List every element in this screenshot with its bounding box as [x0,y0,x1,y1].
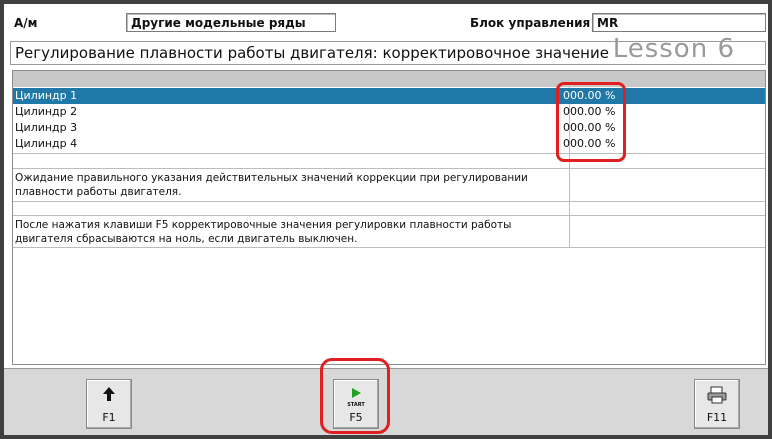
cylinder-name: Цилиндр 3 [15,121,78,134]
row-divider [13,247,765,248]
page-title: Регулирование плавности работы двигателя… [15,44,609,62]
control-unit-label: Блок управления [470,16,591,30]
row-divider [13,153,765,154]
f5-highlight [320,358,390,434]
cylinder-name: Цилиндр 1 [15,89,78,102]
f11-button[interactable]: F11 [694,379,740,429]
table-row[interactable]: Цилиндр 2 000.00 % [13,104,765,120]
up-arrow-icon [87,386,131,406]
values-highlight [556,82,626,162]
f1-button[interactable]: F1 [86,379,132,429]
title-bar: Регулирование плавности работы двигателя… [10,34,766,65]
printer-icon [695,386,739,408]
f11-label: F11 [706,411,728,424]
lesson-watermark: Lesson 6 [612,34,735,64]
table-row[interactable]: Цилиндр 1 000.00 % [13,88,765,104]
table-row[interactable]: Цилиндр 4 000.00 % [13,136,765,152]
model-series-field[interactable]: Другие модельные ряды [126,13,336,32]
values-table: Цилиндр 1 000.00 % Цилиндр 2 000.00 % Ци… [12,70,766,365]
table-header [13,71,765,87]
note-text: Ожидание правильного указания действител… [15,172,528,198]
note-text: После нажатия клавиши F5 корректировочны… [15,219,512,245]
row-divider [13,168,765,169]
am-label: A/м [14,16,38,30]
table-row[interactable]: Цилиндр 3 000.00 % [13,120,765,136]
app-window: A/м Другие модельные ряды Блок управлени… [4,4,768,435]
row-divider [13,201,765,202]
cylinder-name: Цилиндр 4 [15,137,78,150]
f1-label: F1 [102,411,116,424]
cylinder-name: Цилиндр 2 [15,105,78,118]
control-unit-field[interactable]: MR [592,13,766,32]
row-divider [13,215,765,216]
